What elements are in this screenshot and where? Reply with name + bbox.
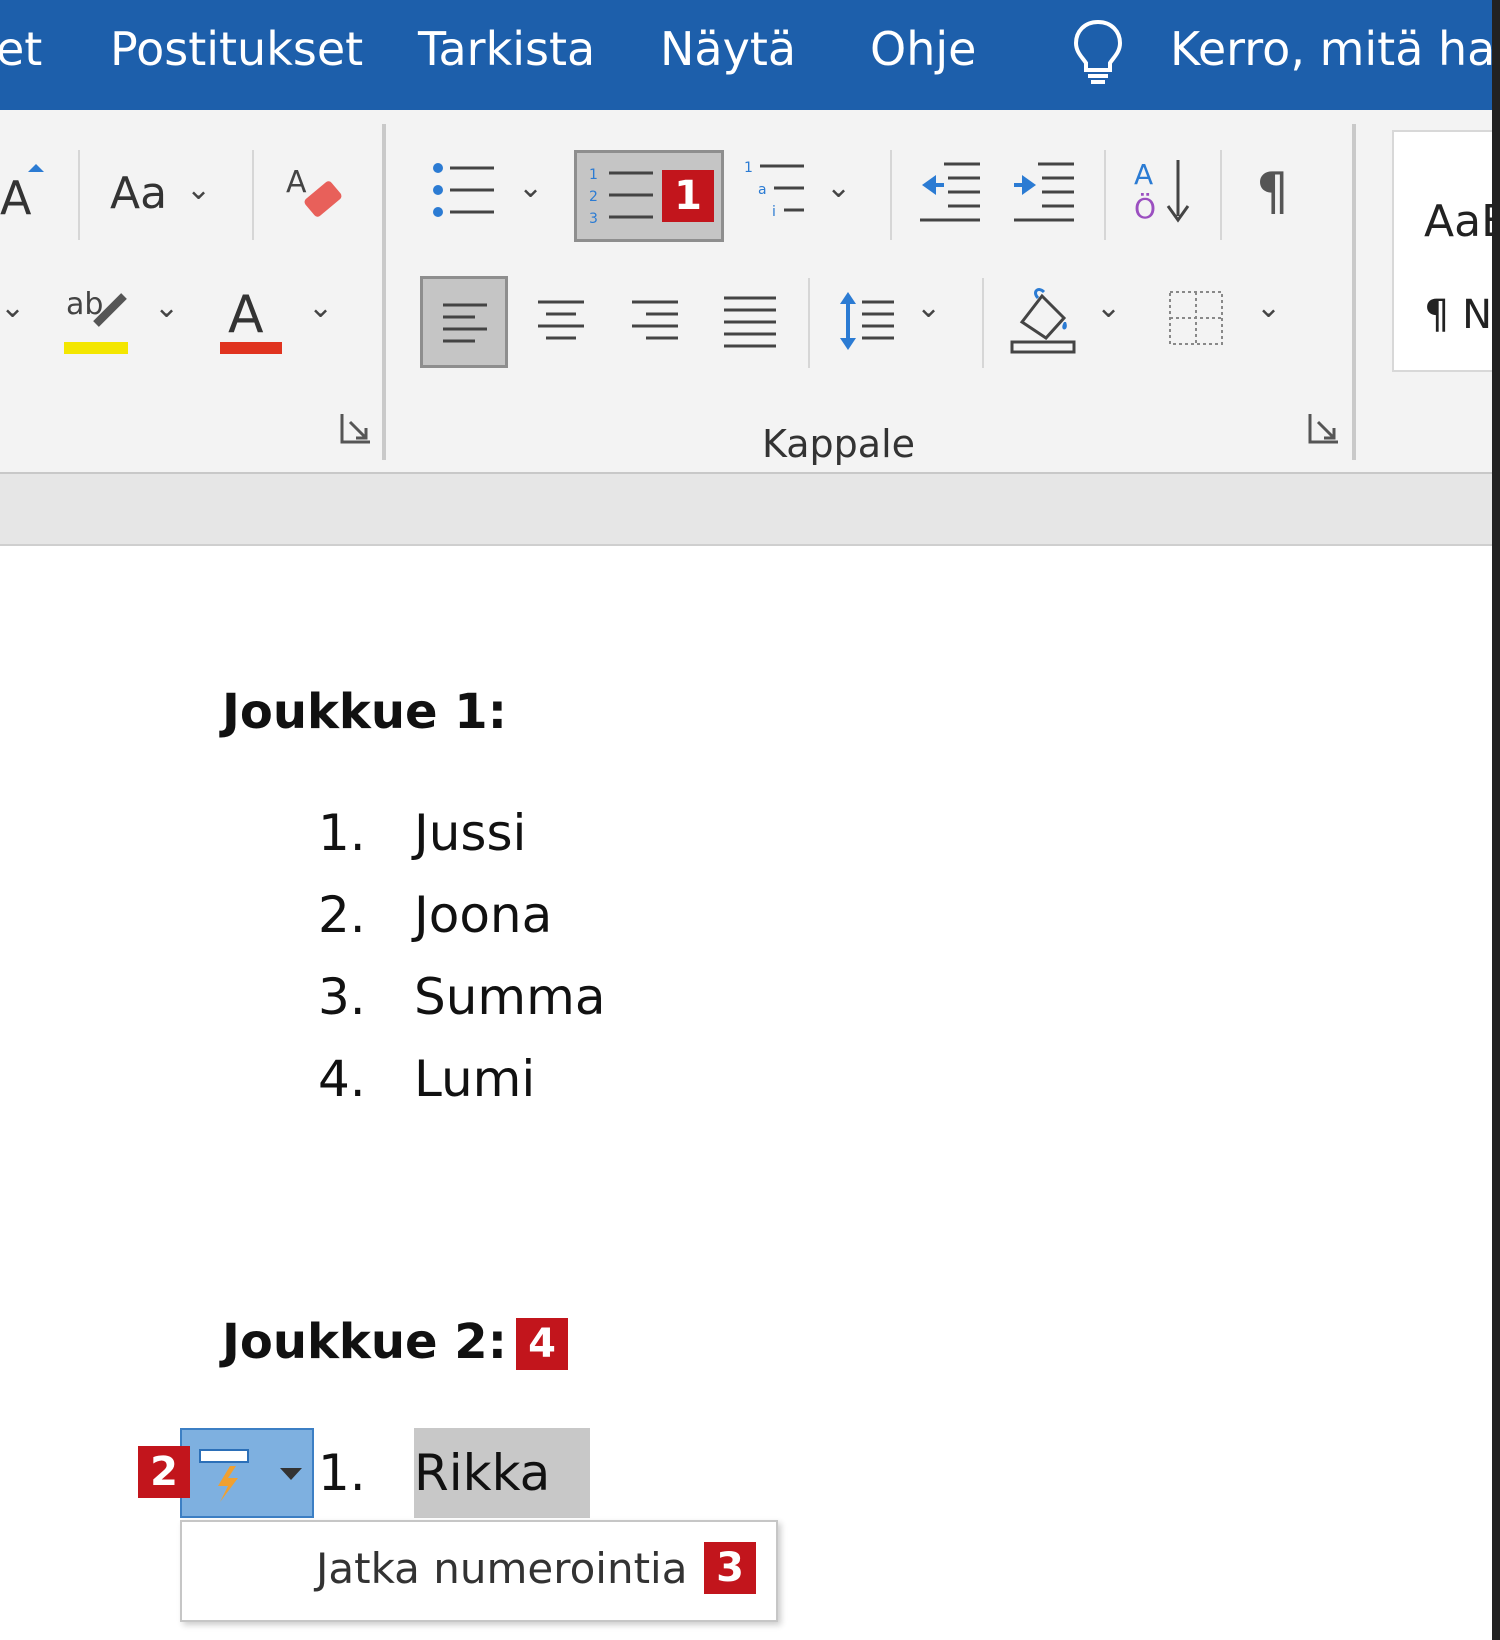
- clear-formatting-icon[interactable]: A: [284, 162, 348, 226]
- sort-icon[interactable]: A Ö: [1132, 154, 1192, 230]
- svg-text:i: i: [772, 204, 776, 220]
- numbering-icon: 1 2 3: [589, 167, 653, 227]
- callout-badge-4: 4: [516, 1318, 568, 1370]
- chevron-down-icon[interactable]: ⌄: [0, 290, 25, 325]
- style-preview-normal[interactable]: AaB: [1424, 196, 1500, 247]
- chevron-down-icon[interactable]: ⌄: [308, 290, 333, 325]
- styles-gallery[interactable]: AaB ¶ N: [1392, 130, 1500, 372]
- borders-icon[interactable]: [1166, 288, 1226, 348]
- tab-view[interactable]: Näytä: [660, 22, 796, 76]
- list-item: Summa: [414, 968, 606, 1026]
- show-formatting-marks-icon[interactable]: ¶: [1256, 162, 1289, 222]
- callout-badge-2: 2: [138, 1446, 190, 1498]
- svg-text:A: A: [286, 165, 307, 200]
- tell-me-search[interactable]: Kerro, mitä halu: [1170, 22, 1500, 76]
- list-number: 2.: [318, 886, 366, 944]
- autocorrect-options-button[interactable]: [180, 1428, 314, 1518]
- document-page: Joukkue 1: 1. Jussi 2. Joona 3. Summa 4.…: [0, 546, 1500, 1640]
- ruler-area: [0, 474, 1500, 546]
- line-spacing-icon[interactable]: [836, 288, 896, 354]
- list-number: 1.: [318, 1444, 366, 1502]
- list-number: 1.: [318, 804, 366, 862]
- list-number: 4.: [318, 1050, 366, 1108]
- dropdown-arrow-icon: [280, 1468, 302, 1480]
- chevron-down-icon[interactable]: ⌄: [916, 290, 941, 325]
- align-left-icon: [443, 303, 487, 343]
- list-number: 3.: [318, 968, 366, 1026]
- heading-team-2: Joukkue 2:: [222, 1314, 507, 1370]
- dialog-launcher-icon[interactable]: [338, 410, 374, 446]
- tab-help[interactable]: Ohje: [870, 22, 976, 76]
- grow-font-icon[interactable]: A: [0, 162, 50, 222]
- style-name-normal[interactable]: ¶ N: [1424, 292, 1492, 338]
- window-edge: [1492, 0, 1500, 1640]
- svg-text:2: 2: [589, 189, 598, 205]
- tab-partial[interactable]: et: [0, 22, 42, 76]
- list-item: Lumi: [414, 1050, 536, 1108]
- autocorrect-popup-menu: Jatka numerointia 3: [180, 1520, 778, 1622]
- bullets-icon[interactable]: [430, 158, 498, 226]
- chevron-down-icon[interactable]: ⌄: [154, 290, 179, 325]
- chevron-down-icon[interactable]: ⌄: [826, 170, 851, 205]
- svg-text:1: 1: [589, 167, 598, 183]
- tab-review[interactable]: Tarkista: [418, 22, 595, 76]
- callout-badge-3: 3: [704, 1542, 756, 1594]
- heading-team-1: Joukkue 1:: [222, 684, 507, 740]
- align-center-icon[interactable]: [534, 298, 588, 344]
- change-case-button[interactable]: Aa: [110, 168, 167, 219]
- svg-text:1: 1: [744, 160, 753, 176]
- svg-text:3: 3: [589, 211, 598, 227]
- list-item-selected: Rikka: [414, 1428, 591, 1518]
- chevron-down-icon[interactable]: ⌄: [1256, 290, 1281, 325]
- chevron-down-icon[interactable]: ⌄: [1096, 290, 1121, 325]
- list-item: Jussi: [414, 804, 527, 862]
- chevron-down-icon[interactable]: ⌄: [518, 170, 543, 205]
- chevron-down-icon[interactable]: ⌄: [186, 172, 211, 207]
- svg-text:A: A: [228, 285, 264, 345]
- multilevel-list-icon[interactable]: 1 a i: [744, 158, 810, 226]
- decrease-indent-icon[interactable]: [918, 158, 984, 226]
- svg-text:Ö: Ö: [1134, 191, 1156, 225]
- lightbulb-icon[interactable]: [1070, 16, 1126, 86]
- group-label-paragraph: Kappale: [762, 422, 916, 466]
- svg-text:A: A: [0, 171, 32, 222]
- tab-mailings[interactable]: Postitukset: [110, 22, 363, 76]
- shading-icon[interactable]: [1008, 282, 1078, 356]
- align-left-button[interactable]: [420, 276, 508, 368]
- continue-numbering-menu-item[interactable]: Jatka numerointia: [316, 1544, 687, 1593]
- ribbon: A Aa ⌄ A ab ⌄ A ⌄ ⌄ ⌄ 1 2 3 1 1 a i ⌄ A …: [0, 110, 1500, 474]
- increase-indent-icon[interactable]: [1012, 158, 1078, 226]
- list-item: Joona: [414, 886, 553, 944]
- dialog-launcher-icon[interactable]: [1306, 410, 1342, 446]
- text-highlight-color-icon[interactable]: ab: [60, 280, 136, 360]
- callout-badge-1: 1: [662, 170, 714, 222]
- justify-icon[interactable]: [722, 294, 778, 348]
- autocorrect-lightning-icon: [199, 1449, 249, 1502]
- align-right-icon[interactable]: [628, 298, 682, 344]
- ribbon-tab-bar: et Postitukset Tarkista Näytä Ohje Kerro…: [0, 0, 1500, 110]
- svg-text:a: a: [758, 182, 767, 198]
- font-color-icon[interactable]: A: [216, 280, 286, 360]
- svg-text:A: A: [1134, 158, 1153, 191]
